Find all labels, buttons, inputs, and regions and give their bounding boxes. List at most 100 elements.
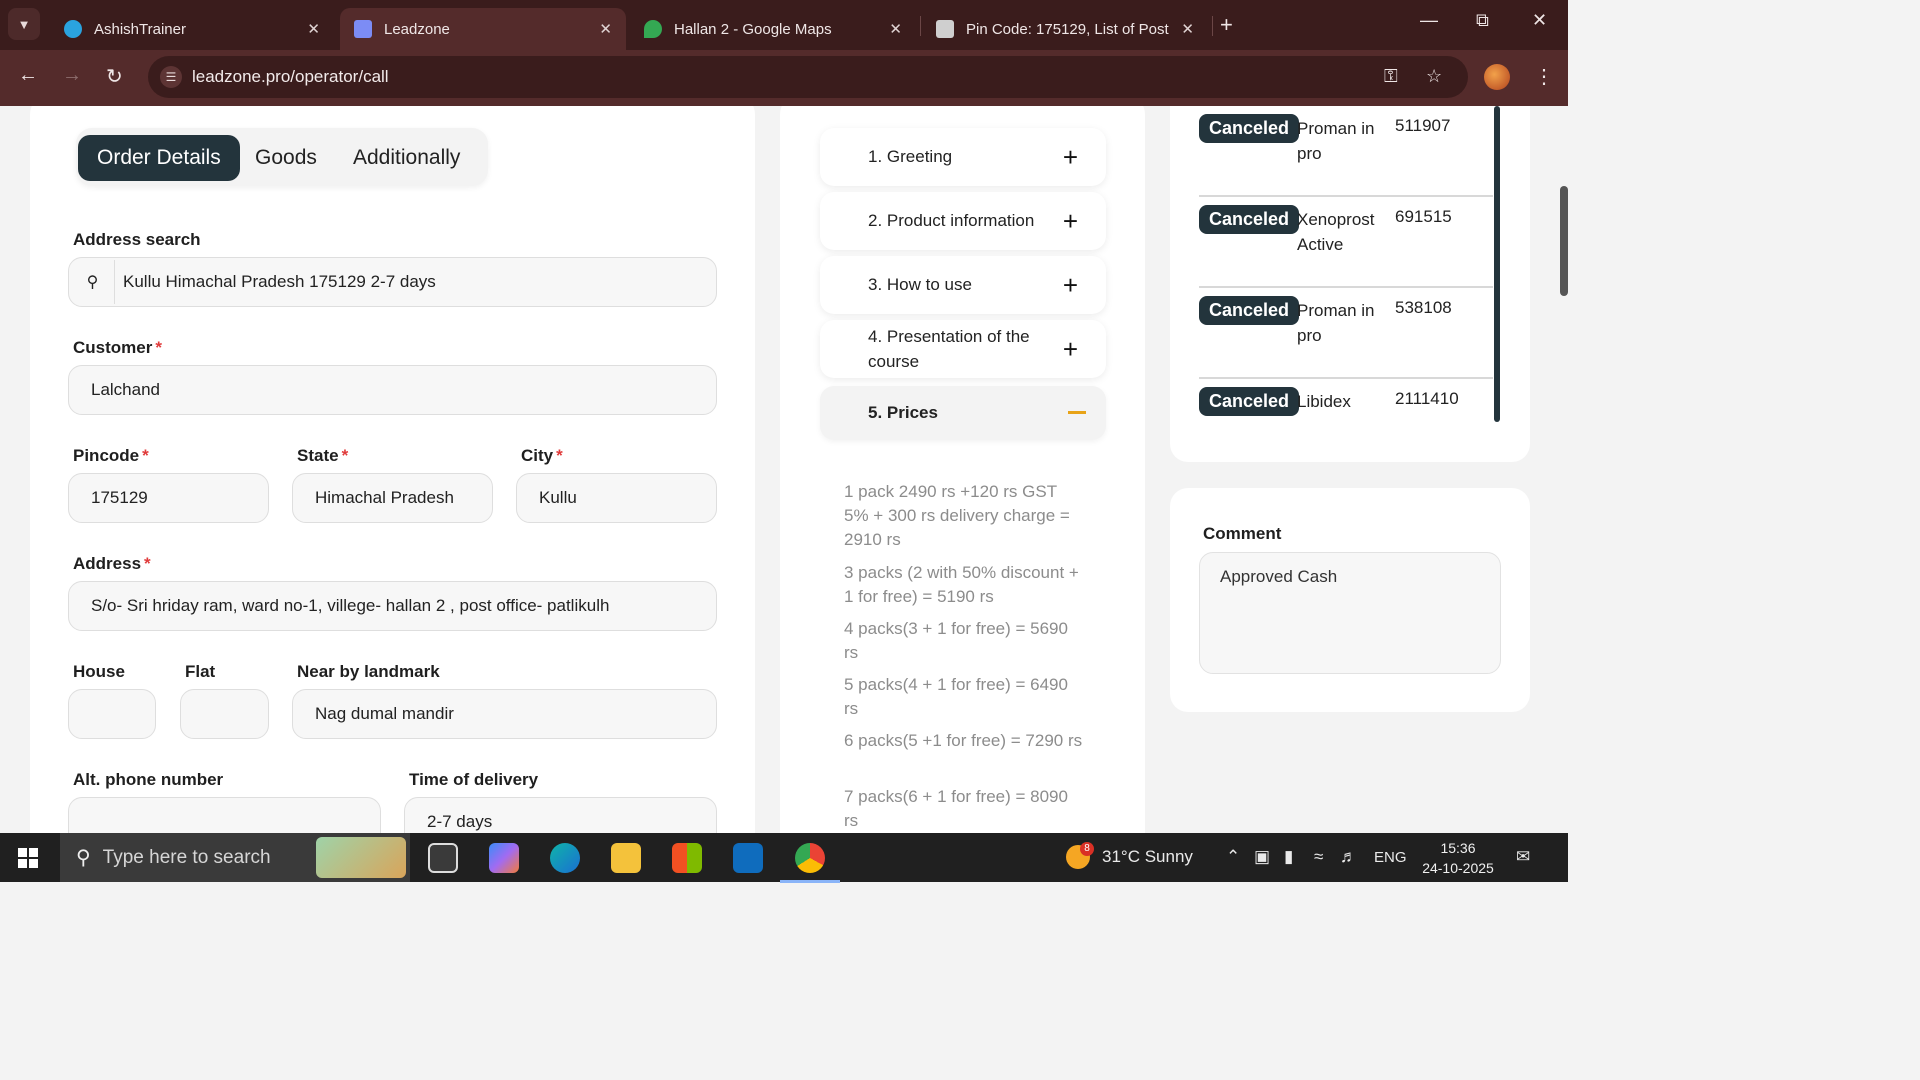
script-section-product-information[interactable]: 2. Product information + [820, 192, 1106, 250]
language-indicator[interactable]: ENG [1374, 849, 1407, 866]
address-search-input[interactable]: ⚲ Kullu Himachal Pradesh 175129 2-7 days [68, 257, 717, 307]
forward-arrow-icon[interactable]: → [62, 64, 82, 87]
microsoft-store-icon[interactable] [672, 843, 702, 873]
house-label: House [73, 662, 125, 681]
plus-icon[interactable]: + [1063, 206, 1078, 237]
price-line: 6 packs(5 +1 for free) = 7290 rs [844, 731, 1083, 750]
notification-icon[interactable]: ✉ [1516, 847, 1530, 867]
browser-menu-icon[interactable]: ⋮ [1534, 64, 1554, 89]
address-search-value: Kullu Himachal Pradesh 175129 2-7 days [123, 272, 436, 291]
restore-icon[interactable]: ⧉ [1476, 10, 1489, 31]
tab-separator [920, 16, 921, 36]
plus-icon[interactable]: + [1063, 142, 1078, 173]
chevron-up-icon[interactable]: ⌃ [1226, 847, 1240, 867]
page-scrollbar[interactable] [1560, 186, 1568, 296]
order-row[interactable]: Canceled Libidex 2111410 [1199, 379, 1493, 470]
url-text[interactable]: leadzone.pro/operator/call [192, 67, 389, 87]
address-bar[interactable]: ☰ leadzone.pro/operator/call ⚿ ☆ [148, 56, 1468, 98]
flat-input[interactable] [180, 689, 269, 739]
taskbar-search-placeholder: Type here to search [102, 846, 271, 868]
search-icon[interactable]: ⚲ [71, 260, 115, 304]
new-tab-plus-icon[interactable]: + [1220, 12, 1233, 38]
tab-label: Hallan 2 - Google Maps [674, 20, 832, 38]
edge-browser-icon[interactable] [550, 843, 580, 873]
script-section-prices[interactable]: 5. Prices [820, 386, 1106, 440]
order-list-scrollbar[interactable] [1494, 106, 1500, 422]
delivery-time-input[interactable]: 2-7 days [404, 797, 717, 833]
clock-time: 15:36 [1440, 840, 1476, 856]
tab-order-details[interactable]: Order Details [78, 135, 240, 181]
order-row[interactable]: Canceled Xenoprost Active 691515 [1199, 197, 1493, 288]
status-badge: Canceled [1199, 387, 1300, 416]
alt-phone-input[interactable] [68, 797, 381, 833]
search-icon: ⚲ [76, 847, 91, 869]
section-label: 1. Greeting [868, 147, 953, 166]
minus-icon[interactable] [1068, 411, 1086, 414]
plus-icon[interactable]: + [1063, 270, 1078, 301]
reload-icon[interactable]: ↻ [106, 64, 123, 89]
file-explorer-icon[interactable] [611, 843, 641, 873]
browser-tab-leadzone[interactable]: Leadzone ✕ [340, 8, 626, 50]
windows-start-icon[interactable] [18, 848, 38, 868]
task-view-icon[interactable] [428, 843, 458, 873]
tab-additionally[interactable]: Additionally [334, 135, 479, 181]
order-tabs: Order Details Goods Additionally [76, 128, 488, 186]
site-settings-icon[interactable]: ☰ [160, 66, 182, 88]
section-label: 4. Presentation of the course [868, 327, 1030, 371]
weather-text[interactable]: 31°C Sunny [1102, 847, 1193, 867]
close-icon[interactable]: ✕ [889, 20, 902, 38]
section-label: 5. Prices [868, 403, 938, 422]
browser-tab-pin-code[interactable]: Pin Code: 175129, List of Post O ✕ [922, 8, 1208, 50]
browser-tab-strip: ▼ AshishTrainer ✕ Leadzone ✕ Hallan 2 - … [0, 0, 1568, 50]
minimize-icon[interactable]: — [1420, 10, 1438, 31]
close-icon[interactable]: ✕ [599, 20, 612, 38]
order-row[interactable]: Canceled Proman in pro 538108 [1199, 288, 1493, 379]
order-product: Xenoprost Active [1297, 210, 1375, 254]
script-section-presentation[interactable]: 4. Presentation of the course + [820, 320, 1106, 378]
city-input[interactable]: Kullu [516, 473, 717, 523]
status-badge: Canceled [1199, 296, 1300, 325]
delivery-time-label: Time of delivery [409, 770, 539, 789]
price-line: 1 pack 2490 rs +120 rs GST 5% + 300 rs d… [844, 482, 1070, 549]
landmark-input[interactable]: Nag dumal mandir [292, 689, 717, 739]
status-badge: Canceled [1199, 114, 1300, 143]
script-section-greeting[interactable]: 1. Greeting + [820, 128, 1106, 186]
taskbar-search-box[interactable]: ⚲ Type here to search [60, 833, 410, 882]
pincode-input[interactable]: 175129 [68, 473, 269, 523]
system-clock[interactable]: 15:36 24-10-2025 [1418, 838, 1498, 878]
script-section-how-to-use[interactable]: 3. How to use + [820, 256, 1106, 314]
battery-icon[interactable]: ▮ [1284, 847, 1293, 867]
wifi-icon[interactable]: ≈ [1314, 847, 1323, 867]
customer-input[interactable]: Lalchand [68, 365, 717, 415]
meet-now-icon[interactable]: ▣ [1254, 847, 1270, 867]
bookmark-star-icon[interactable]: ☆ [1426, 66, 1442, 87]
order-product: Libidex [1297, 392, 1351, 411]
password-key-icon[interactable]: ⚿ [1384, 66, 1398, 87]
price-line: 7 packs(6 + 1 for free) = 8090 rs [844, 787, 1068, 830]
state-input[interactable]: Himachal Pradesh [292, 473, 493, 523]
address-input[interactable]: S/o- Sri hriday ram, ward no-1, villege-… [68, 581, 717, 631]
order-number: 538108 [1395, 298, 1452, 317]
profile-avatar[interactable] [1484, 64, 1510, 90]
tab-goods[interactable]: Goods [236, 135, 336, 181]
volume-icon[interactable]: ♬ [1340, 847, 1357, 867]
copilot-icon[interactable] [489, 843, 519, 873]
order-row[interactable]: Canceled Proman in pro 511907 [1199, 106, 1493, 197]
price-line: 4 packs(3 + 1 for free) = 5690 rs [844, 619, 1068, 662]
close-icon[interactable]: ✕ [1181, 20, 1194, 38]
browser-tab-google-maps[interactable]: Hallan 2 - Google Maps ✕ [630, 8, 916, 50]
window-close-icon[interactable]: ✕ [1532, 10, 1547, 31]
close-icon[interactable]: ✕ [307, 20, 320, 38]
chrome-icon[interactable] [780, 843, 840, 883]
outlook-icon[interactable] [733, 843, 763, 873]
house-input[interactable] [68, 689, 156, 739]
order-product: Proman in pro [1297, 119, 1375, 163]
back-arrow-icon[interactable]: ← [18, 64, 38, 87]
plus-icon[interactable]: + [1063, 336, 1078, 362]
browser-tab-ashishtrainer[interactable]: AshishTrainer ✕ [50, 8, 334, 50]
maps-pin-icon [644, 20, 662, 38]
tab-search-chevron-icon[interactable]: ▼ [8, 8, 40, 40]
comment-textarea[interactable]: Approved Cash [1199, 552, 1501, 674]
search-highlight-image [316, 837, 406, 878]
address-label: Address * [73, 554, 151, 573]
